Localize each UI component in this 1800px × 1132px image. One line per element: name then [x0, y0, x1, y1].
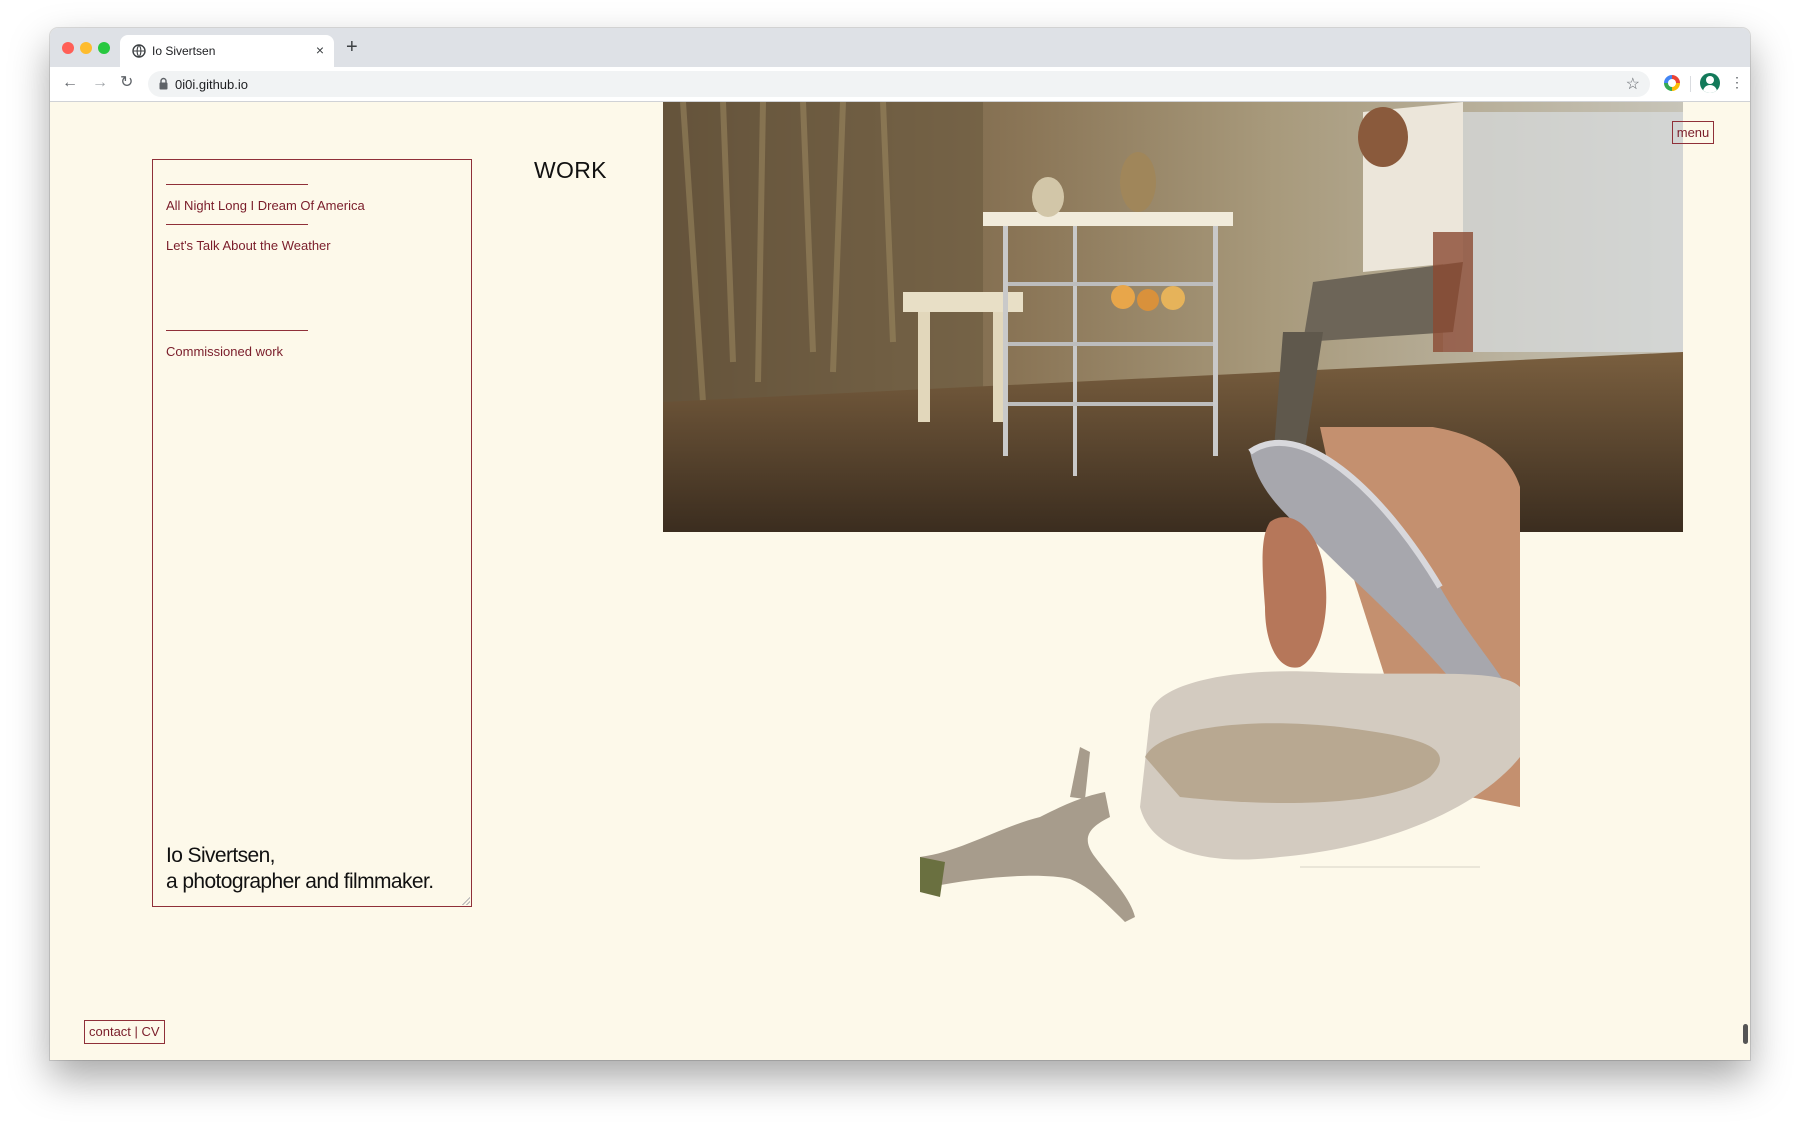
browser-toolbar: ← → ↻ 0i0i.github.io ☆ ⋮ [50, 67, 1750, 102]
menu-button[interactable]: menu [1672, 121, 1714, 144]
tab-title: Io Sivertsen [152, 44, 216, 58]
address-bar[interactable]: 0i0i.github.io ☆ [148, 71, 1650, 97]
nav-link-commissioned[interactable]: Commissioned work [166, 344, 283, 359]
nav-link-all-night-long[interactable]: All Night Long I Dream Of America [166, 198, 365, 213]
resize-grip[interactable] [462, 897, 470, 905]
collage-artwork [920, 427, 1520, 922]
globe-icon [132, 44, 146, 58]
intro-line-name: Io Sivertsen, [166, 844, 276, 867]
page-content: All Night Long I Dream Of America Let's … [50, 102, 1750, 1060]
tab-active[interactable]: Io Sivertsen × [120, 35, 334, 67]
minimize-window-button[interactable] [80, 42, 92, 54]
cv-link[interactable]: CV [142, 1024, 160, 1039]
tab-bar: Io Sivertsen × + [50, 28, 1750, 67]
back-button[interactable]: ← [62, 74, 78, 92]
reload-button[interactable]: ↻ [120, 74, 133, 92]
divider [166, 224, 308, 225]
nav-link-weather[interactable]: Let's Talk About the Weather [166, 238, 331, 253]
browser-window: Io Sivertsen × + ← → ↻ 0i0i.github.io ☆ … [50, 28, 1750, 1060]
url-text: 0i0i.github.io [175, 77, 248, 92]
tab-close-button[interactable]: × [316, 42, 324, 58]
new-tab-button[interactable]: + [346, 37, 358, 57]
maximize-window-button[interactable] [98, 42, 110, 54]
divider [166, 184, 308, 185]
toolbar-divider [1690, 76, 1691, 92]
intro-text: Io Sivertsen, a photographer and filmmak… [166, 843, 434, 895]
work-nav-panel: All Night Long I Dream Of America Let's … [152, 159, 472, 907]
profile-icon[interactable] [1700, 73, 1720, 93]
scrollbar[interactable] [1743, 1024, 1748, 1044]
more-icon[interactable]: ⋮ [1730, 75, 1744, 89]
page-title: WORK [534, 157, 607, 183]
footer-links: contact | CV [84, 1020, 165, 1044]
lock-icon [159, 77, 168, 90]
link-divider: | [130, 1024, 142, 1039]
forward-button[interactable]: → [92, 74, 108, 92]
close-window-button[interactable] [62, 42, 74, 54]
contact-link[interactable]: contact [89, 1024, 131, 1039]
star-icon[interactable]: ☆ [1626, 74, 1640, 94]
extension-icon[interactable] [1664, 75, 1680, 91]
divider [166, 330, 308, 331]
intro-line-role: a photographer and filmmaker. [166, 870, 434, 893]
